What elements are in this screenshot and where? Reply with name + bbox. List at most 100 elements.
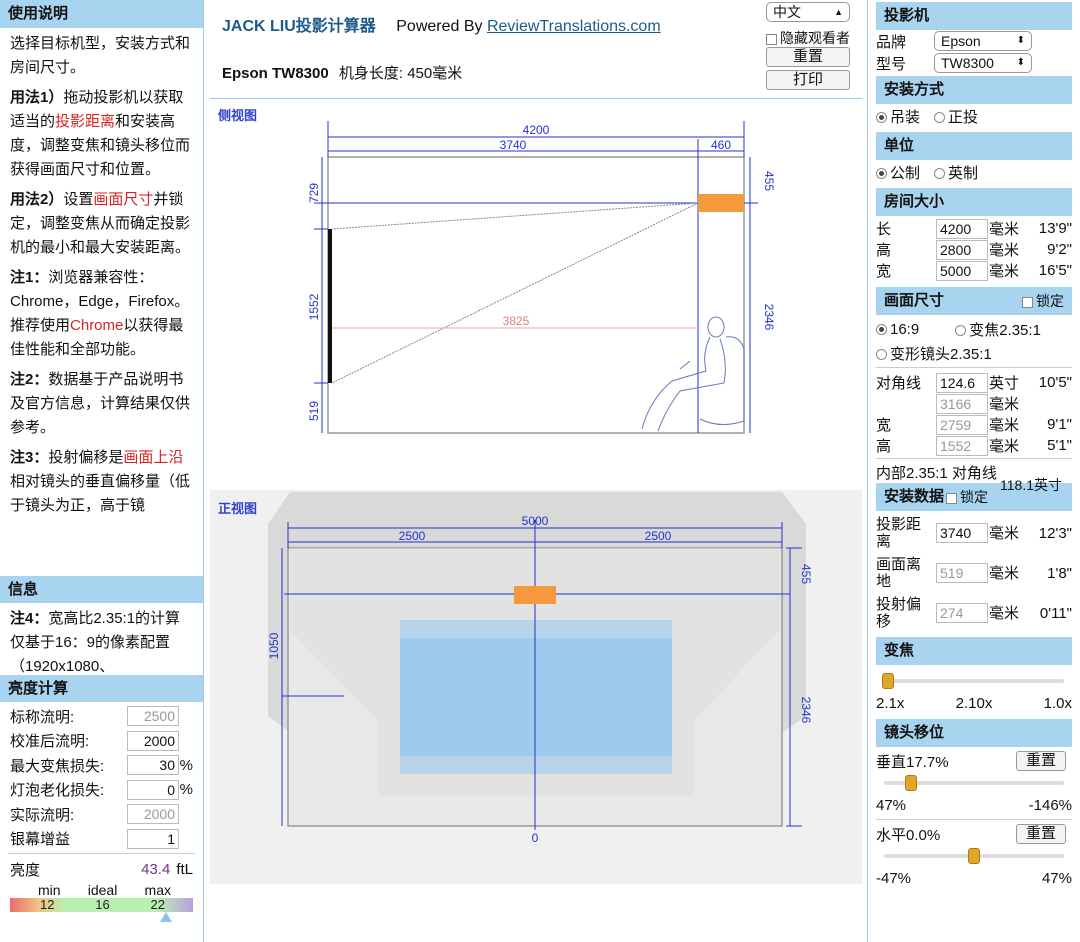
print-button[interactable]: 打印 [766,70,850,90]
horizontal-shift-handle[interactable] [968,848,980,864]
side-view-diagram: 4200 3740 460 729 1552 519 455 2346 3825 [307,121,776,434]
screen-input[interactable]: 124.6 [936,372,988,393]
method1: 用法1）拖动投影机以获取适当的投影距离和安装高度，调整变焦和镜头移位而获得画面尺… [10,89,191,178]
room-input[interactable]: 5000 [936,260,988,281]
brightness-row: 标称流明: 2500 [0,704,203,729]
front-dim-total: 5000 [522,514,549,528]
room-header: 房间大小 [876,188,1072,216]
luminance-unit: ftL [176,860,193,878]
install-lock[interactable]: 锁定 [946,487,988,507]
brightness-label: 实际流明: [10,806,75,824]
room-imperial: 16'5" [1038,262,1072,279]
zoom-slider[interactable] [881,671,1064,691]
luminance-label: 亮度 [10,861,41,879]
screen-label: 高 [876,438,892,455]
room-rows: 长 4200 毫米 13'9" 高 2800 毫米 9'2" 宽 5000 毫米 16'5" [868,218,1080,281]
brightness-label: 校准后流明: [10,733,90,751]
zoom-min: 2.1x [876,694,905,712]
screen-input: 3166 [936,393,988,414]
install-rows: 投影距离 3740 毫米 12'3" 画面离地 519 毫米 1'8" 投射偏移 274 毫米 0'1… [868,511,1080,633]
unit-header: 单位 [876,132,1072,160]
screen-unit: 毫米 [989,417,1020,434]
room-label: 宽 [876,263,892,280]
brand-select[interactable]: Epson ⬍ [934,31,1032,51]
aspect-row-1: 16:9 变焦2.35:1 [868,317,1080,341]
brightness-label: 银幕增益 [10,831,71,849]
horizontal-shift-label: 水平0.0% [876,826,941,844]
reset-button[interactable]: 重置 [766,47,850,67]
front-projector[interactable] [514,586,556,604]
unit-row: 公制 英制 [868,160,1080,184]
side-dim-top: 729 [307,183,321,203]
powered-by: Powered By [396,18,483,35]
vertical-shift-slider[interactable] [884,773,1064,793]
horizontal-reset-button[interactable]: 重置 [1016,824,1066,844]
aspect-zoom-option[interactable]: 变焦2.35:1 [955,319,1041,340]
room-input[interactable]: 4200 [936,218,988,239]
aspect-anamorphic-option[interactable]: 变形镜头2.35:1 [876,343,992,364]
scale-ideal: 16 [95,897,110,912]
language-select[interactable]: 中文 ▲ [766,2,850,22]
aspect-169-option[interactable]: 16:9 [876,321,919,338]
front-dim-height-left: 1050 [267,632,281,659]
install-label: 画面离地 [876,556,936,590]
brand-row: 品牌 Epson ⬍ [868,30,1080,52]
center-panel: JACK LIU投影计算器 Powered By ReviewTranslati… [204,0,868,942]
model-select[interactable]: TW8300 ⬍ [934,53,1032,73]
side-projector[interactable] [698,194,744,212]
mount-floor-option[interactable]: 正投 [934,106,978,127]
updown-icon: ▲ [834,7,843,17]
brightness-label: 最大变焦损失: [10,757,105,775]
install-unit: 毫米 [989,524,1020,542]
horizontal-shift-slider[interactable] [884,846,1064,866]
luminance-row: 亮度 43.4 ftL [0,856,203,882]
vertical-shift-handle[interactable] [905,775,917,791]
vertical-reset-button[interactable]: 重置 [1016,751,1066,771]
brightness-input[interactable]: 30 [127,755,179,776]
front-dim-zero: 0 [532,831,539,845]
install-imperial: 12'3" [1038,524,1072,542]
app-title: JACK LIU投影计算器 [222,18,376,35]
install-row: 投射偏移 274 毫米 0'11" [868,593,1080,633]
room-imperial: 13'9" [1038,220,1072,237]
brightness-input[interactable]: 0 [127,779,179,800]
screen-lock[interactable]: 锁定 [1022,291,1064,311]
mount-ceiling-option[interactable]: 吊装 [876,106,920,127]
review-link[interactable]: ReviewTranslations.com [487,18,661,35]
screen-row: 宽 2759 毫米 9'1" [868,414,1080,435]
install-input: 519 [936,563,988,583]
usage-header: 使用说明 [0,0,203,28]
zoom-slider-handle[interactable] [881,673,894,689]
brightness-input[interactable]: 1 [127,828,179,849]
front-dim-height-right: 2346 [799,697,813,724]
scale-min: 12 [40,897,55,912]
front-dim-right: 2500 [645,529,672,543]
screen-imperial: 9'1" [1047,416,1072,433]
vertical-shift-row: 垂直17.7% 重置 [868,749,1080,773]
model-label: 型号 [876,55,907,73]
scale-pointer-icon [160,912,172,922]
unit-metric-option[interactable]: 公制 [876,162,920,183]
body-length: 机身长度: 450毫米 [338,65,463,82]
room-input[interactable]: 2800 [936,239,988,260]
hide-viewer-checkbox[interactable] [766,33,777,45]
front-screen-inner [400,638,672,756]
unit-imperial-option[interactable]: 英制 [934,162,978,183]
install-input: 274 [936,603,988,623]
front-view: 正视图 5000 2500 2500 455 1050 2346 0 [210,490,862,884]
brightness-unit: % [179,756,193,774]
method2: 用法2）设置画面尺寸并锁定，调整变焦从而确定投影机的最小和最大安装距离。 [10,191,191,256]
brightness-row: 最大变焦损失: 30% [0,753,203,778]
zoom-labels: 2.1x 2.10x 1.0x [868,691,1080,715]
info-header: 信息 [0,576,203,603]
install-input[interactable]: 3740 [936,523,988,543]
brightness-input[interactable]: 2000 [127,730,179,751]
brightness-label: 标称流明: [10,708,75,726]
hide-viewer-toggle[interactable]: 隐藏观看者 [766,28,850,48]
info-text: 注4：宽高比2.35:1的计算仅基于16：9的像素配置（1920x1080、 [0,603,203,675]
screen-imperial: 10'5" [1038,374,1072,391]
vertical-min: 47% [876,796,907,814]
zoom-current: 2.10x [955,694,993,712]
side-dim-rear: 460 [711,138,731,152]
screen-label: 对角线 [876,375,922,392]
